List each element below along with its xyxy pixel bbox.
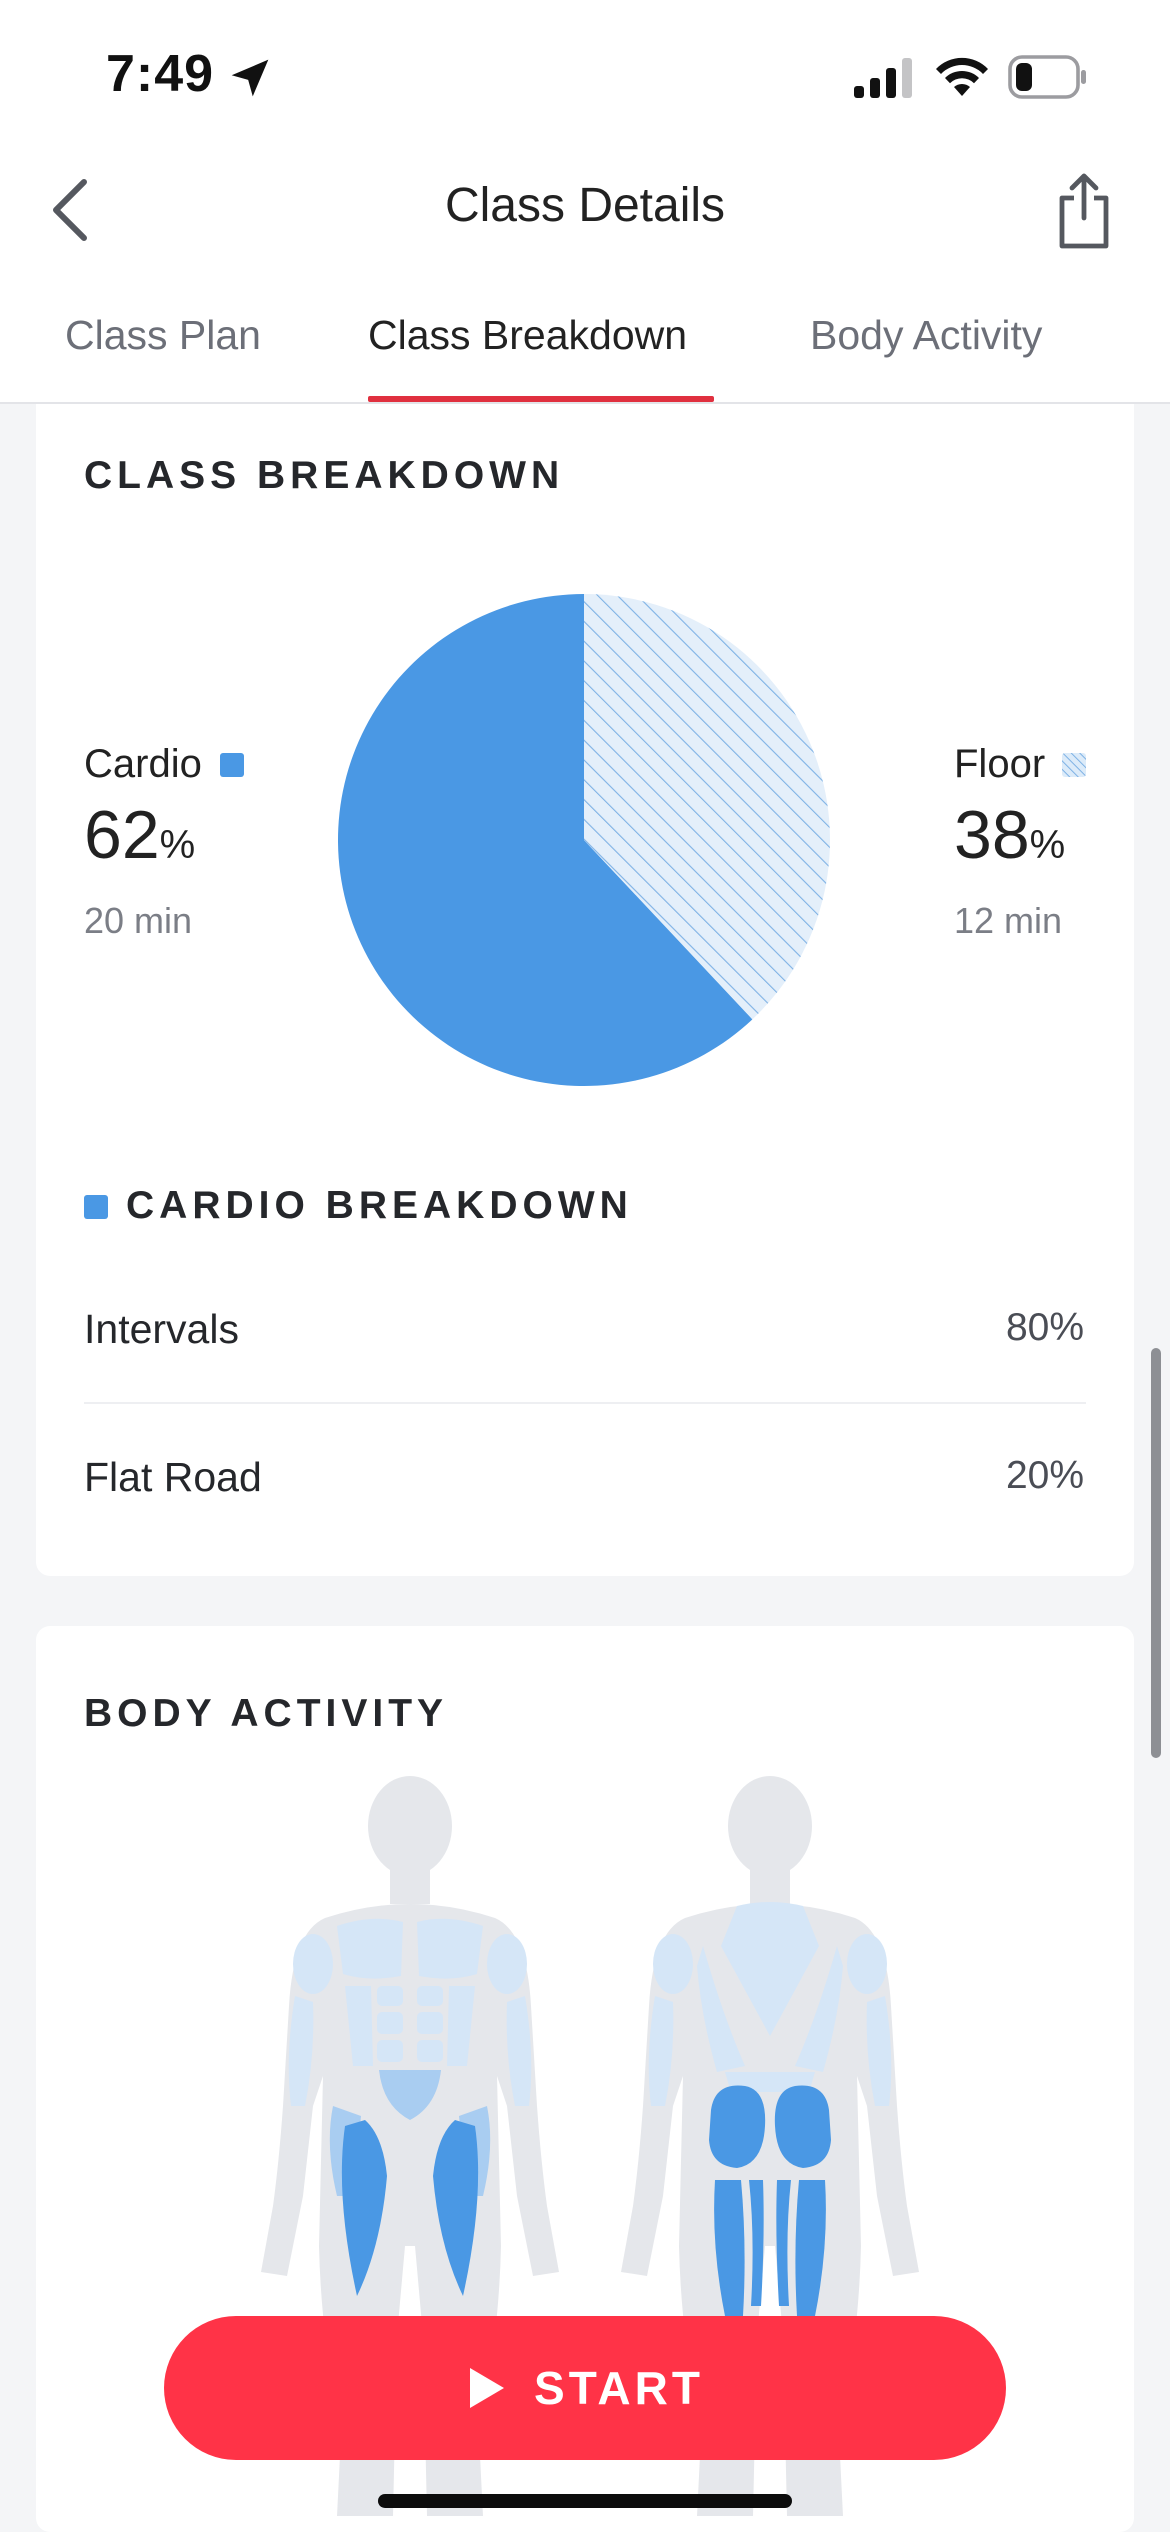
share-icon[interactable] xyxy=(1054,170,1114,250)
class-breakdown-heading: CLASS BREAKDOWN xyxy=(84,454,565,497)
floor-percent: 38% xyxy=(954,796,1065,874)
cardio-minutes: 20 min xyxy=(84,900,193,941)
floor-percent-unit: % xyxy=(1029,823,1066,867)
cardio-legend-swatch xyxy=(220,753,244,777)
cardio-breakdown-swatch xyxy=(84,1195,108,1219)
status-bar: 7:49 xyxy=(0,0,1170,150)
row-divider xyxy=(84,1402,1086,1404)
floor-legend-swatch xyxy=(1062,753,1086,777)
cardio-percent-unit: % xyxy=(159,823,196,867)
location-arrow-icon xyxy=(231,59,269,97)
play-icon xyxy=(470,2368,505,2408)
start-button[interactable]: START xyxy=(164,2316,1006,2460)
body-activity-heading: BODY ACTIVITY xyxy=(84,1692,449,1735)
tab-class-breakdown[interactable]: Class Breakdown xyxy=(368,312,687,359)
cardio-row-intervals-value: 80% xyxy=(1005,1306,1084,1349)
active-tab-indicator xyxy=(368,396,714,402)
cardio-row-intervals-label: Intervals xyxy=(84,1306,239,1352)
cardio-legend-label: Cardio xyxy=(84,742,202,786)
start-button-label: START xyxy=(534,2362,704,2414)
cardio-breakdown-heading: CARDIO BREAKDOWN xyxy=(126,1184,633,1227)
floor-minutes: 12 min xyxy=(954,900,1063,941)
cardio-row-flat-road-label: Flat Road xyxy=(84,1454,262,1500)
battery-icon xyxy=(1008,55,1086,99)
home-indicator xyxy=(378,2494,792,2508)
cardio-percent-value: 62 xyxy=(84,797,160,873)
wifi-icon xyxy=(936,57,988,96)
cardio-row-flat-road-value: 20% xyxy=(1005,1454,1084,1497)
scroll-indicator xyxy=(1151,1348,1161,1758)
nav-bar: Class Details xyxy=(0,150,1170,270)
tab-class-plan[interactable]: Class Plan xyxy=(65,312,261,359)
tab-body-activity[interactable]: Body Activity xyxy=(810,312,1042,359)
class-breakdown-pie-chart xyxy=(337,594,830,1086)
floor-percent-value: 38 xyxy=(954,797,1030,873)
cardio-percent: 62% xyxy=(84,796,195,874)
page-title: Class Details xyxy=(444,179,726,232)
tab-bar: Class Plan Class Breakdown Body Activity xyxy=(0,270,1170,404)
status-time: 7:49 xyxy=(106,45,215,103)
floor-legend-label: Floor xyxy=(954,742,1046,786)
cellular-signal-icon xyxy=(854,58,912,98)
